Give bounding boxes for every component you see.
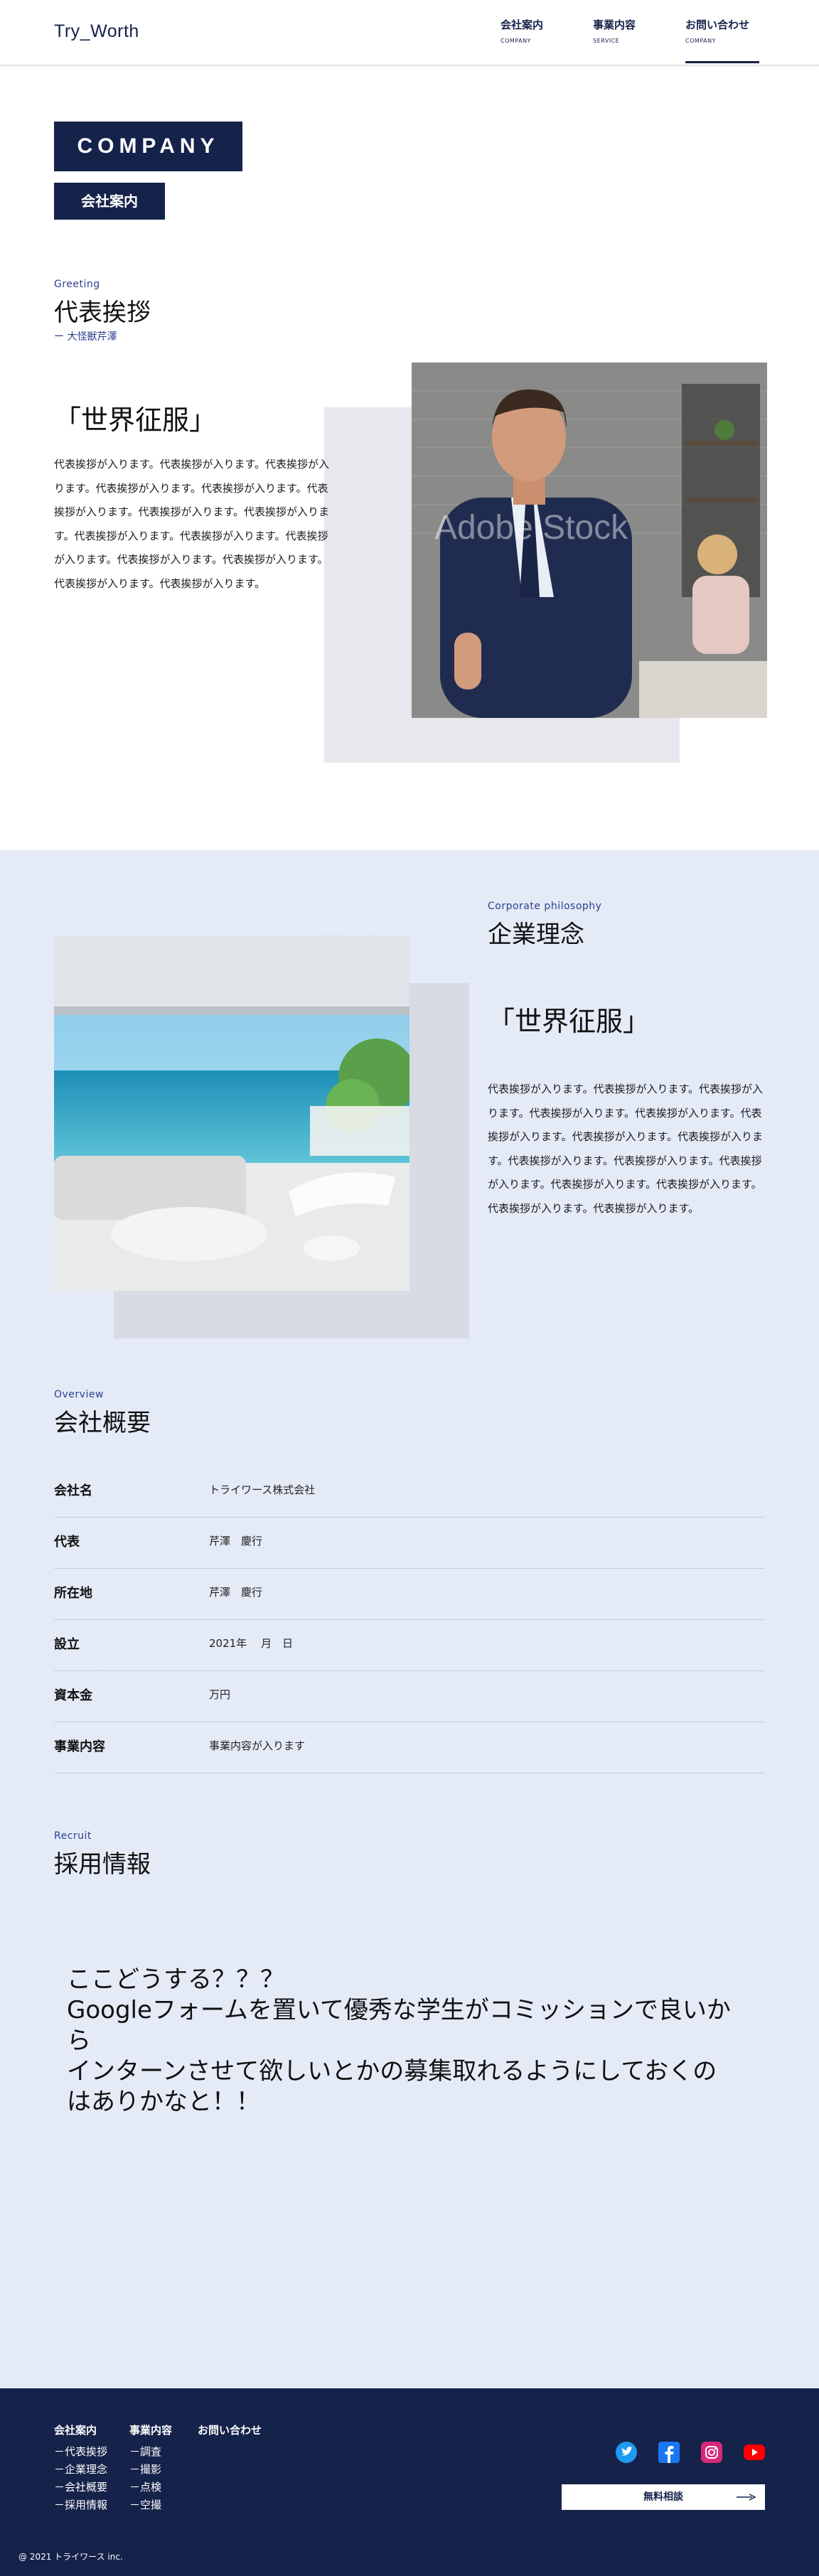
site-header: Try_Worth 会社案内 COMPANY 事業内容 SERVICE お問い合… (0, 0, 819, 65)
facebook-icon[interactable] (658, 2442, 680, 2463)
main-nav: 会社案内 COMPANY 事業内容 SERVICE お問い合わせ COMPANY (500, 17, 759, 63)
resort-photo (54, 935, 410, 1291)
overview-en-label: Overview (54, 1389, 104, 1400)
paragraph-line: ります。代表挨拶が入ります。代表挨拶が入ります。代表 (54, 481, 328, 495)
consult-label: 無料相談 (643, 2491, 683, 2503)
table-row: 会社名 トライワース株式会社 (54, 1466, 765, 1518)
footer-link[interactable]: －撮影 (129, 2461, 172, 2479)
row-key: 所在地 (54, 1586, 92, 1601)
nav-sublabel: SERVICE (593, 38, 620, 44)
footer-link[interactable]: －採用情報 (54, 2496, 107, 2514)
row-key: 資本金 (54, 1688, 92, 1703)
site-footer: 会社案内 －代表挨拶 －企業理念 －会社概要 －採用情報 事業内容 －調査 －撮… (0, 2388, 819, 2576)
footer-col-service: 事業内容 －調査 －撮影 －点検 －空撮 (129, 2422, 172, 2514)
footer-link[interactable]: －空撮 (129, 2496, 172, 2514)
paragraph-line: 代表挨拶が入ります。代表挨拶が入ります。 (54, 576, 266, 590)
footer-heading[interactable]: 会社案内 (54, 2422, 107, 2437)
nav-service[interactable]: 事業内容 SERVICE (593, 17, 685, 63)
row-value: 芹澤 慶行 (209, 1535, 263, 1547)
recruit-title: 採用情報 (54, 1850, 151, 1879)
table-row: 所在地 芹澤 慶行 (54, 1569, 765, 1620)
nav-label: 会社案内 (500, 18, 544, 31)
paragraph-line: 代表挨拶が入ります。代表挨拶が入ります。代表挨拶が入 (488, 1083, 764, 1095)
nav-contact[interactable]: お問い合わせ COMPANY (685, 17, 759, 63)
row-key: 代表 (54, 1535, 80, 1550)
footer-col-company: 会社案内 －代表挨拶 －企業理念 －会社概要 －採用情報 (54, 2422, 107, 2514)
table-row: 資本金 万円 (54, 1671, 765, 1722)
footer-heading[interactable]: 事業内容 (129, 2422, 172, 2437)
row-value: 万円 (209, 1688, 231, 1701)
greeting-paragraph: 代表挨拶が入ります。代表挨拶が入ります。代表挨拶が入 ります。代表挨拶が入ります… (54, 453, 360, 596)
paragraph-line: ります。代表挨拶が入ります。代表挨拶が入ります。代表 (488, 1106, 762, 1120)
twitter-icon[interactable] (616, 2442, 637, 2463)
page: Try_Worth 会社案内 COMPANY 事業内容 SERVICE お問い合… (0, 0, 819, 2576)
paragraph-line: 代表挨拶が入ります。代表挨拶が入ります。代表挨拶が入 (54, 458, 330, 471)
greeting-title: 代表挨拶 (54, 299, 151, 327)
paragraph-line: 挨拶が入ります。代表挨拶が入ります。代表挨拶が入りま (488, 1130, 764, 1143)
stock-watermark: Adobe Stock (434, 509, 628, 547)
recruit-message: ここどうする？？？ Googleフォームを置いて優秀な学生がコミッションで良いか… (67, 1965, 731, 2116)
table-row: 設立 2021年 月 日 (54, 1620, 765, 1671)
instagram-icon[interactable] (701, 2442, 722, 2463)
row-key: 会社名 (54, 1483, 92, 1498)
paragraph-line: が入ります。代表挨拶が入ります。代表挨拶が入ります。 (488, 1178, 762, 1191)
footer-link[interactable]: －会社概要 (54, 2479, 107, 2496)
footer-col-contact: お問い合わせ (198, 2422, 262, 2443)
greeting-catchphrase: 「世界征服」 (54, 404, 217, 436)
copyright: @ 2021 トライワース inc. (18, 2552, 123, 2562)
philosophy-catchphrase: 「世界征服」 (488, 1006, 651, 1037)
nav-sublabel: COMPANY (685, 38, 716, 44)
paragraph-line: す。代表挨拶が入ります。代表挨拶が入ります。代表挨拶 (488, 1154, 762, 1167)
youtube-icon[interactable] (744, 2444, 765, 2460)
philosophy-paragraph: 代表挨拶が入ります。代表挨拶が入ります。代表挨拶が入 ります。代表挨拶が入ります… (488, 1078, 793, 1220)
nav-label: お問い合わせ (685, 18, 750, 31)
paragraph-line: 挨拶が入ります。代表挨拶が入ります。代表挨拶が入りま (54, 505, 330, 518)
row-value: 2021年 月 日 (209, 1637, 293, 1650)
nav-label: 事業内容 (593, 18, 636, 31)
philosophy-en-label: Corporate philosophy (488, 901, 602, 912)
footer-link[interactable]: －調査 (129, 2443, 172, 2461)
philosophy-title: 企業理念 (488, 921, 584, 949)
nav-company[interactable]: 会社案内 COMPANY (500, 17, 593, 63)
free-consultation-button[interactable]: 無料相談 (562, 2484, 765, 2510)
paragraph-line: が入ります。代表挨拶が入ります。代表挨拶が入ります。 (54, 553, 328, 566)
recruit-en-label: Recruit (54, 1830, 92, 1842)
footer-link[interactable]: －点検 (129, 2479, 172, 2496)
footer-heading[interactable]: お問い合わせ (198, 2422, 262, 2437)
company-subtitle-badge: 会社案内 (54, 183, 165, 220)
row-value: 事業内容が入ります (209, 1739, 306, 1752)
site-logo[interactable]: Try_Worth (54, 21, 139, 42)
table-row: 事業内容 事業内容が入ります (54, 1722, 765, 1773)
company-overview-table: 会社名 トライワース株式会社 代表 芹澤 慶行 所在地 芹澤 慶行 設立 202… (54, 1466, 765, 1773)
overview-title: 会社概要 (54, 1409, 151, 1437)
nav-sublabel: COMPANY (500, 38, 531, 44)
row-value: トライワース株式会社 (209, 1483, 316, 1496)
row-value: 芹澤 慶行 (209, 1586, 263, 1599)
footer-link[interactable]: －代表挨拶 (54, 2443, 107, 2461)
row-key: 設立 (54, 1637, 80, 1652)
greeting-signature: ー 大怪獣芹澤 (54, 331, 117, 343)
table-row: 代表 芹澤 慶行 (54, 1518, 765, 1569)
arrow-right-icon (737, 2494, 756, 2501)
ceo-photo: Adobe Stock (412, 363, 767, 718)
company-title-badge: COMPANY (54, 122, 242, 171)
row-key: 事業内容 (54, 1739, 105, 1754)
footer-link[interactable]: －企業理念 (54, 2461, 107, 2479)
paragraph-line: す。代表挨拶が入ります。代表挨拶が入ります。代表挨拶 (54, 529, 328, 542)
greeting-en-label: Greeting (54, 279, 100, 290)
resort-photo-illustration (54, 935, 410, 1291)
paragraph-line: 代表挨拶が入ります。代表挨拶が入ります。 (488, 1201, 700, 1215)
